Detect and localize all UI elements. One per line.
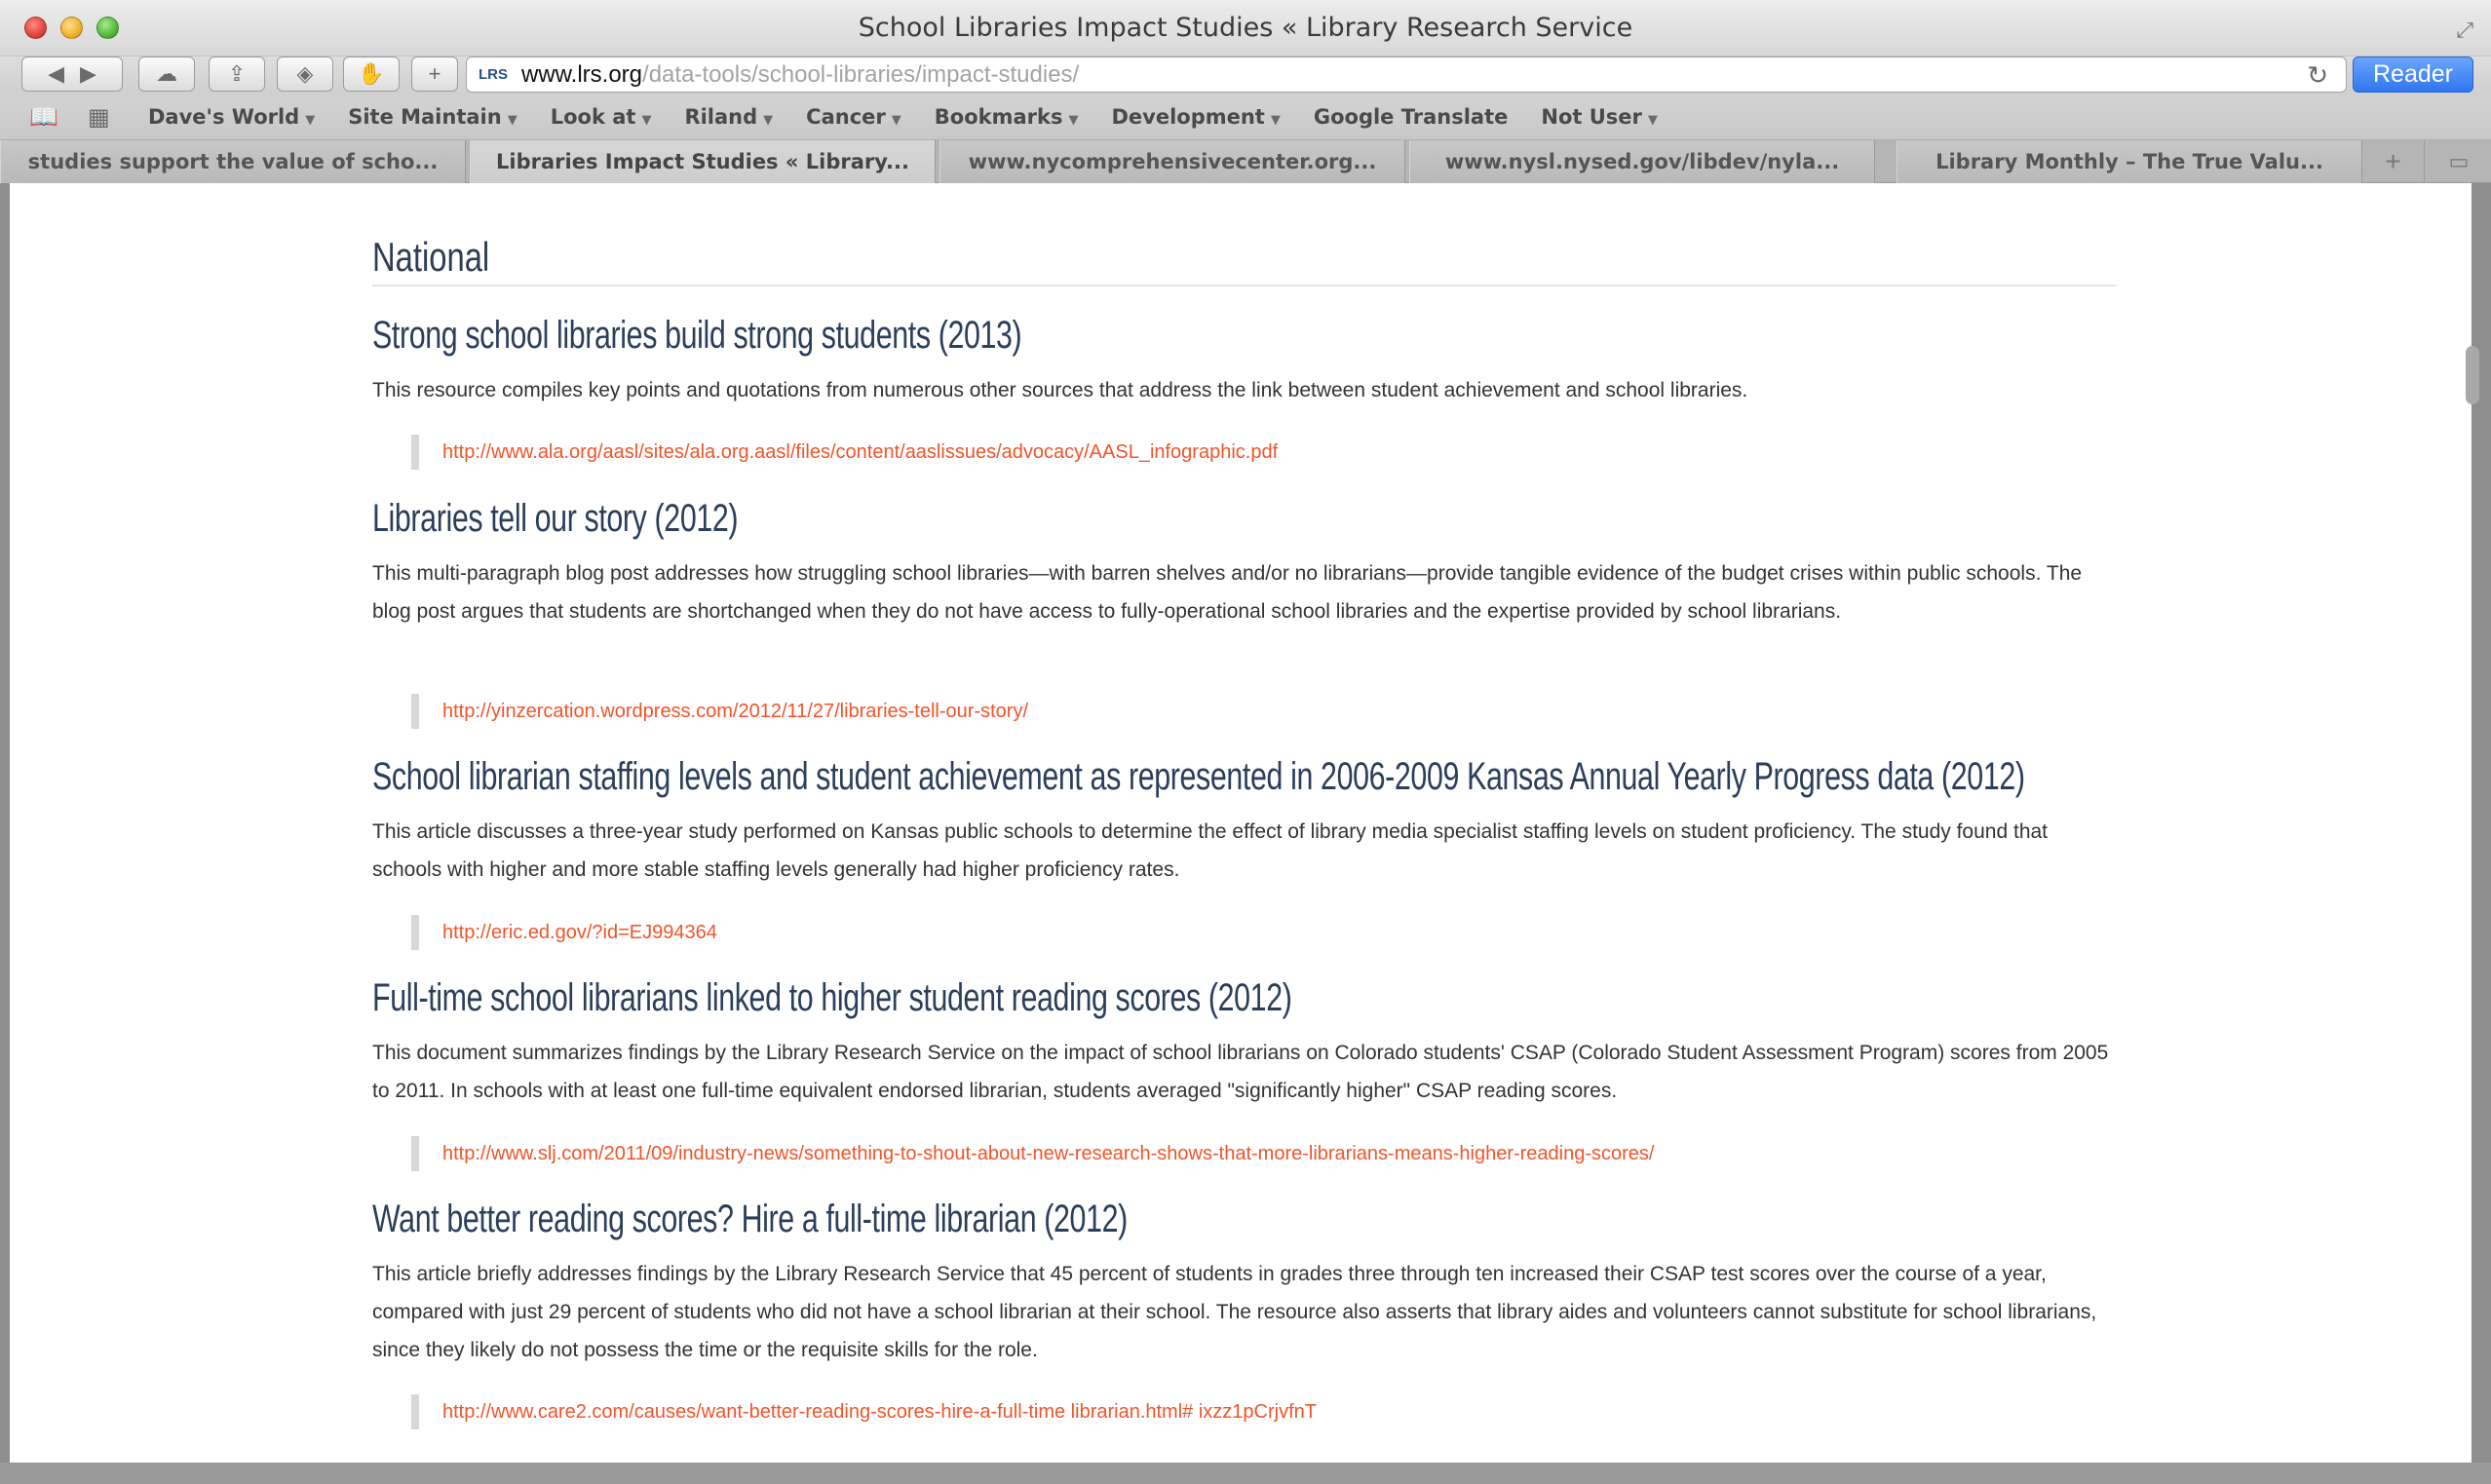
tab-5[interactable]: Library Monthly – The True Valu... xyxy=(1897,140,2362,183)
bookmark-item[interactable]: Site Maintain ▼ xyxy=(348,105,517,129)
extension-icon: ◈ xyxy=(296,61,314,86)
fullscreen-icon[interactable]: ⤢ xyxy=(2456,18,2473,43)
bookmark-item[interactable]: Development ▼ xyxy=(1111,105,1280,129)
readlater-button[interactable]: ✋ xyxy=(343,57,400,92)
bookmark-item[interactable]: Riland ▼ xyxy=(684,105,773,129)
window-bottom-edge xyxy=(0,1463,2491,1484)
icloud-tabs-button[interactable]: ☁ xyxy=(138,57,195,92)
bookmark-label: Bookmarks xyxy=(934,105,1063,129)
url-domain[interactable]: www.lrs.org xyxy=(521,61,642,89)
reload-icon[interactable]: ↻ xyxy=(2307,60,2328,91)
share-button[interactable]: ⇪ xyxy=(209,57,265,92)
tab-2-active[interactable]: Libraries Impact Studies « Library... xyxy=(470,140,936,183)
chevron-down-icon: ▼ xyxy=(763,113,774,128)
add-bookmark-button[interactable]: + xyxy=(411,57,458,92)
study-title: Strong school libraries build strong stu… xyxy=(372,314,1022,357)
study-description: This article discusses a three-year stud… xyxy=(372,820,2049,881)
chevron-down-icon: ▼ xyxy=(1647,113,1658,128)
hand-icon: ✋ xyxy=(358,61,385,86)
bookmark-label: Not User xyxy=(1541,105,1642,129)
chevron-down-icon: ▼ xyxy=(305,113,316,128)
reader-button[interactable]: Reader xyxy=(2353,57,2473,93)
site-favicon: LRS xyxy=(479,66,508,83)
cloud-icon: ☁ xyxy=(156,61,177,86)
study-link-block: http://yinzercation.wordpress.com/2012/1… xyxy=(411,694,1028,729)
study-link[interactable]: http://eric.ed.gov/?id=EJ994364 xyxy=(442,922,717,944)
tab-bar: studies support the value of scho... Lib… xyxy=(0,140,2491,183)
chevron-down-icon: ▼ xyxy=(891,113,901,128)
chevron-down-icon: ▼ xyxy=(1068,113,1079,128)
bookmark-item[interactable]: Google Translate xyxy=(1314,105,1509,129)
back-forward-buttons[interactable]: ◀ ▶ xyxy=(21,57,123,92)
study-title: Libraries tell our story (2012) xyxy=(372,497,739,540)
bookmark-label: Cancer xyxy=(806,105,886,129)
reading-list-icon[interactable]: 📖 xyxy=(29,103,58,131)
bookmark-item[interactable]: Look at ▼ xyxy=(551,105,652,129)
study-link-block: http://eric.ed.gov/?id=EJ994364 xyxy=(411,915,717,950)
bookmark-item[interactable]: Not User ▼ xyxy=(1541,105,1658,129)
top-sites-icon[interactable]: ▦ xyxy=(88,103,110,131)
bookmark-label: Look at xyxy=(550,105,636,129)
tab-1[interactable]: studies support the value of scho... xyxy=(0,140,466,183)
bookmark-label: Google Translate xyxy=(1313,105,1509,129)
bookmark-item[interactable]: Dave's World ▼ xyxy=(148,105,315,129)
study-link-block: http://www.care2.com/causes/want-better-… xyxy=(411,1394,1317,1429)
page-content: National Strong school libraries build s… xyxy=(10,183,2472,1463)
study-link-block: http://www.ala.org/aasl/sites/ala.org.aa… xyxy=(411,435,1278,470)
bookmark-label: Riland xyxy=(684,105,758,129)
section-heading: National xyxy=(372,234,490,280)
bookmark-items: Dave's World ▼ Site Maintain ▼ Look at ▼ Rilan… xyxy=(148,105,1691,129)
tab-overview-icon: ▭ xyxy=(2448,149,2470,173)
window-title: School Libraries Impact Studies « Librar… xyxy=(858,13,1633,43)
study-description: This resource compiles key points and qu… xyxy=(372,379,1748,401)
new-tab-button[interactable]: + xyxy=(2362,140,2425,183)
bookmark-label: Development xyxy=(1111,105,1265,129)
study-description: This multi-paragraph blog post addresses… xyxy=(372,562,2083,623)
extension-button[interactable]: ◈ xyxy=(277,57,333,92)
plus-icon: + xyxy=(2385,146,2401,176)
study-title: Full-time school librarians linked to hi… xyxy=(372,976,1292,1019)
study-link[interactable]: http://www.ala.org/aasl/sites/ala.org.aa… xyxy=(442,441,1278,464)
chevron-down-icon: ▼ xyxy=(507,113,517,128)
bookmarks-bar: 📖 ▦ Dave's World ▼ Site Maintain ▼ Look at ▼ R… xyxy=(0,95,2491,140)
study-title: Want better reading scores? Hire a full-… xyxy=(372,1198,1128,1240)
window-titlebar: School Libraries Impact Studies « Librar… xyxy=(0,0,2491,57)
vertical-scrollbar[interactable] xyxy=(2466,346,2479,404)
tab-4[interactable]: www.nysl.nysed.gov/libdev/nyla... xyxy=(1409,140,1875,183)
bookmark-item[interactable]: Cancer ▼ xyxy=(806,105,901,129)
study-link[interactable]: http://www.care2.com/causes/want-better-… xyxy=(442,1401,1317,1424)
tab-3[interactable]: www.nycomprehensivecenter.org... xyxy=(939,140,1405,183)
bookmark-label: Dave's World xyxy=(148,105,300,129)
bookmark-item[interactable]: Bookmarks ▼ xyxy=(935,105,1079,129)
address-bar[interactable]: LRS www.lrs.org /data-tools/school-libra… xyxy=(466,57,2347,93)
plus-icon: + xyxy=(428,61,441,86)
url-path[interactable]: /data-tools/school-libraries/impact-stud… xyxy=(642,61,1079,89)
bookmark-label: Site Maintain xyxy=(348,105,502,129)
study-description: This document summarizes findings by the… xyxy=(372,1042,2109,1102)
study-link[interactable]: http://www.slj.com/2011/09/industry-news… xyxy=(442,1143,1654,1165)
browser-toolbar: ◀ ▶ ☁ ⇪ ◈ ✋ + LRS www.lrs.org /data-tool… xyxy=(0,57,2491,95)
share-icon: ⇪ xyxy=(227,61,247,86)
study-title: School librarian staffing levels and stu… xyxy=(372,755,2025,798)
study-link-block: http://www.slj.com/2011/09/industry-news… xyxy=(411,1136,1654,1171)
chevron-down-icon: ▼ xyxy=(641,113,652,128)
chevron-down-icon: ▼ xyxy=(1270,113,1281,128)
study-description: This article briefly addresses findings … xyxy=(372,1263,2097,1361)
forward-icon[interactable]: ▶ xyxy=(80,61,96,87)
tab-overview-button[interactable]: ▭ xyxy=(2427,140,2491,183)
study-link[interactable]: http://yinzercation.wordpress.com/2012/1… xyxy=(442,701,1028,723)
back-icon[interactable]: ◀ xyxy=(48,61,64,87)
section-divider xyxy=(372,285,2117,286)
